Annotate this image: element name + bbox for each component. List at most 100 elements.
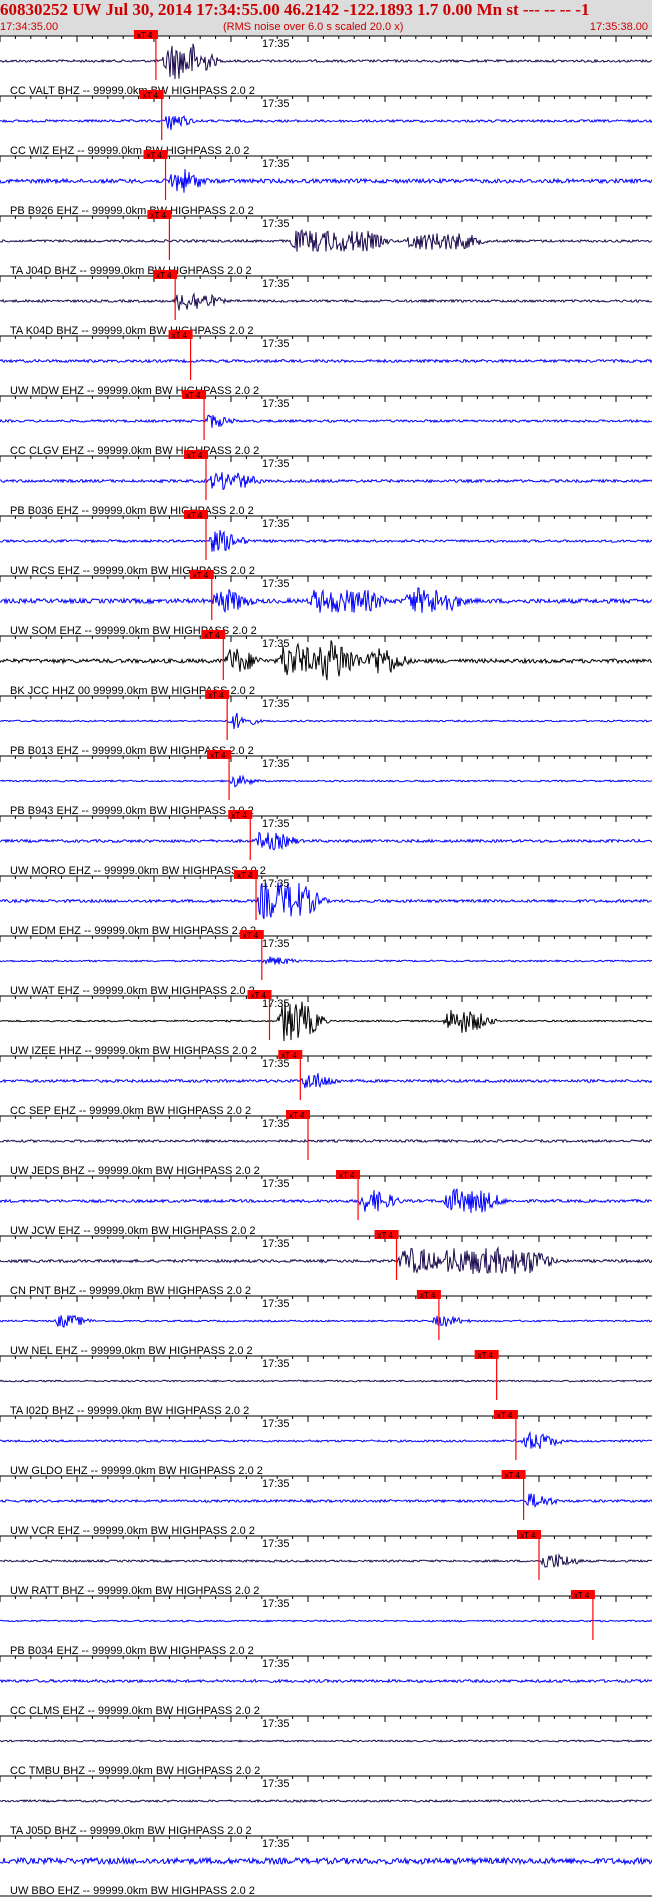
pick-marker: [182, 390, 207, 399]
station-label: UW EDM EHZ -- 99999.0km BW HIGHPASS 2.0 …: [10, 925, 256, 937]
start-time-label: 17:34:35.00: [0, 21, 59, 33]
pick-label: xT 4: [187, 451, 203, 460]
time-ticks: [0, 876, 648, 882]
time-tick-label: 17:35: [262, 818, 290, 830]
waveform-trace: [0, 414, 652, 428]
pick-label: xT 4: [143, 91, 159, 100]
waveform-trace: [0, 292, 652, 311]
time-tick-label: 17:35: [262, 638, 290, 650]
pick-marker: [286, 1110, 310, 1119]
time-ticks: [0, 1656, 648, 1662]
time-tick-label: 17:35: [262, 338, 290, 350]
waveform-trace: [0, 712, 652, 730]
time-ticks: [0, 996, 648, 1002]
time-tick-label: 17:35: [262, 1478, 290, 1490]
pick-marker: [570, 1590, 595, 1599]
time-tick-label: 17:35: [262, 1598, 290, 1610]
time-ticks: [0, 336, 648, 342]
time-ticks: [0, 216, 648, 222]
pick-marker: [493, 1410, 518, 1419]
waveform-trace: [0, 774, 652, 788]
pick-marker: [501, 1470, 526, 1479]
time-tick-label: 17:35: [262, 758, 290, 770]
time-ticks: [0, 1296, 648, 1302]
station-label: CC TMBU BHZ -- 99999.0km BW HIGHPASS 2.0…: [10, 1765, 260, 1777]
time-ticks: [0, 1716, 648, 1722]
time-ticks: [0, 576, 648, 582]
station-label: CC CLMS EHZ -- 99999.0km BW HIGHPASS 2.0…: [10, 1705, 260, 1717]
pick-marker: [143, 150, 168, 159]
waveform-trace: [0, 1856, 652, 1866]
pick-marker: [234, 870, 259, 879]
time-tick-label: 17:35: [262, 1718, 290, 1730]
waveform-trace: [0, 1314, 652, 1328]
pick-marker: [183, 510, 208, 519]
station-label: UW NEL EHZ -- 99999.0km BW HIGHPASS 2.0 …: [10, 1345, 253, 1357]
pick-label: xT 4: [187, 511, 203, 520]
waveform-trace: [0, 1188, 652, 1213]
time-tick-label: 17:35: [262, 1238, 290, 1250]
station-label: UW JCW EHZ -- 99999.0km BW HIGHPASS 2.0 …: [10, 1225, 256, 1237]
pick-label: xT 4: [147, 151, 163, 160]
pick-label: xT 4: [204, 631, 220, 640]
pick-marker: [183, 450, 208, 459]
pick-label: xT 4: [339, 1171, 355, 1180]
waveform-trace: [0, 1739, 652, 1743]
time-ticks: [0, 1596, 648, 1602]
time-ticks: [0, 936, 648, 942]
station-label: UW RCS EHZ -- 99999.0km BW HIGHPASS 2.0 …: [10, 565, 255, 577]
waveform-trace: [0, 358, 652, 364]
waveform-trace: [0, 169, 652, 193]
time-tick-label: 17:35: [262, 1538, 290, 1550]
pick-label: xT 4: [478, 1351, 494, 1360]
pick-label: xT 4: [420, 1291, 436, 1300]
time-tick-label: 17:35: [262, 1358, 290, 1370]
time-tick-label: 17:35: [262, 158, 290, 170]
waveform-trace: [0, 1379, 652, 1383]
waveform-trace: [0, 115, 652, 131]
pick-label: xT 4: [208, 691, 224, 700]
plot-header: 60830252 UW Jul 30, 2014 17:34:55.00 46.…: [0, 0, 652, 36]
time-tick-label: 17:35: [262, 398, 290, 410]
time-tick-label: 17:35: [262, 938, 290, 950]
pick-marker: [189, 570, 214, 579]
time-tick-label: 17:35: [262, 1298, 290, 1310]
station-label: PB B013 EHZ -- 99999.0km BW HIGHPASS 2.0…: [10, 745, 254, 757]
station-label: TA J04D BHZ -- 99999.0km BW HIGHPASS 2.0…: [10, 265, 252, 277]
time-tick-label: 17:35: [262, 1838, 290, 1850]
station-label: PB B036 EHZ -- 99999.0km BW HIGHPASS 2.0…: [10, 505, 254, 517]
waveform-trace: [0, 472, 652, 490]
time-tick-label: 17:35: [262, 878, 290, 890]
pick-marker: [239, 930, 264, 939]
station-label: PB B034 EHZ -- 99999.0km BW HIGHPASS 2.0…: [10, 1645, 254, 1657]
station-label: UW VCR EHZ -- 99999.0km BW HIGHPASS 2.0 …: [10, 1525, 255, 1537]
waveform-trace: [0, 1073, 652, 1089]
pick-marker: [139, 90, 164, 99]
time-ticks: [0, 1776, 648, 1782]
pick-label: xT 4: [150, 211, 166, 220]
waveform-trace: [0, 1678, 652, 1684]
station-label: CC SEP EHZ -- 99999.0km BW HIGHPASS 2.0 …: [10, 1105, 251, 1117]
time-ticks: [0, 156, 648, 162]
station-label: CC VALT BHZ -- 99999.0km BW HIGHPASS 2.0…: [10, 85, 255, 97]
station-label: CC WIZ EHZ -- 99999.0km BW HIGHPASS 2.0 …: [10, 145, 249, 157]
waveform-trace: [0, 43, 652, 80]
waveform-trace: [0, 1553, 652, 1568]
pick-marker: [207, 750, 232, 759]
time-ticks: [0, 276, 648, 282]
time-ticks: [0, 1176, 648, 1182]
waveform-trace: [0, 831, 652, 851]
pick-marker: [228, 810, 253, 819]
event-title: 60830252 UW Jul 30, 2014 17:34:55.00 46.…: [0, 0, 590, 19]
station-label: PB B926 EHZ -- 99999.0km BW HIGHPASS 2.0…: [10, 205, 254, 217]
pick-label: xT 4: [378, 1231, 394, 1240]
pick-label: xT 4: [251, 991, 267, 1000]
time-tick-label: 17:35: [262, 218, 290, 230]
time-ticks: [0, 1476, 648, 1482]
station-label: UW WAT EHZ -- 99999.0km BW HIGHPASS 2.0 …: [10, 985, 255, 997]
station-label: CC CLGV EHZ -- 99999.0km BW HIGHPASS 2.0…: [10, 445, 259, 457]
time-tick-label: 17:35: [262, 1418, 290, 1430]
noise-note-label: (RMS noise over 6.0 s scaled 20.0 x): [223, 21, 404, 33]
time-tick-label: 17:35: [262, 698, 290, 710]
waveform-trace: [0, 1619, 652, 1623]
